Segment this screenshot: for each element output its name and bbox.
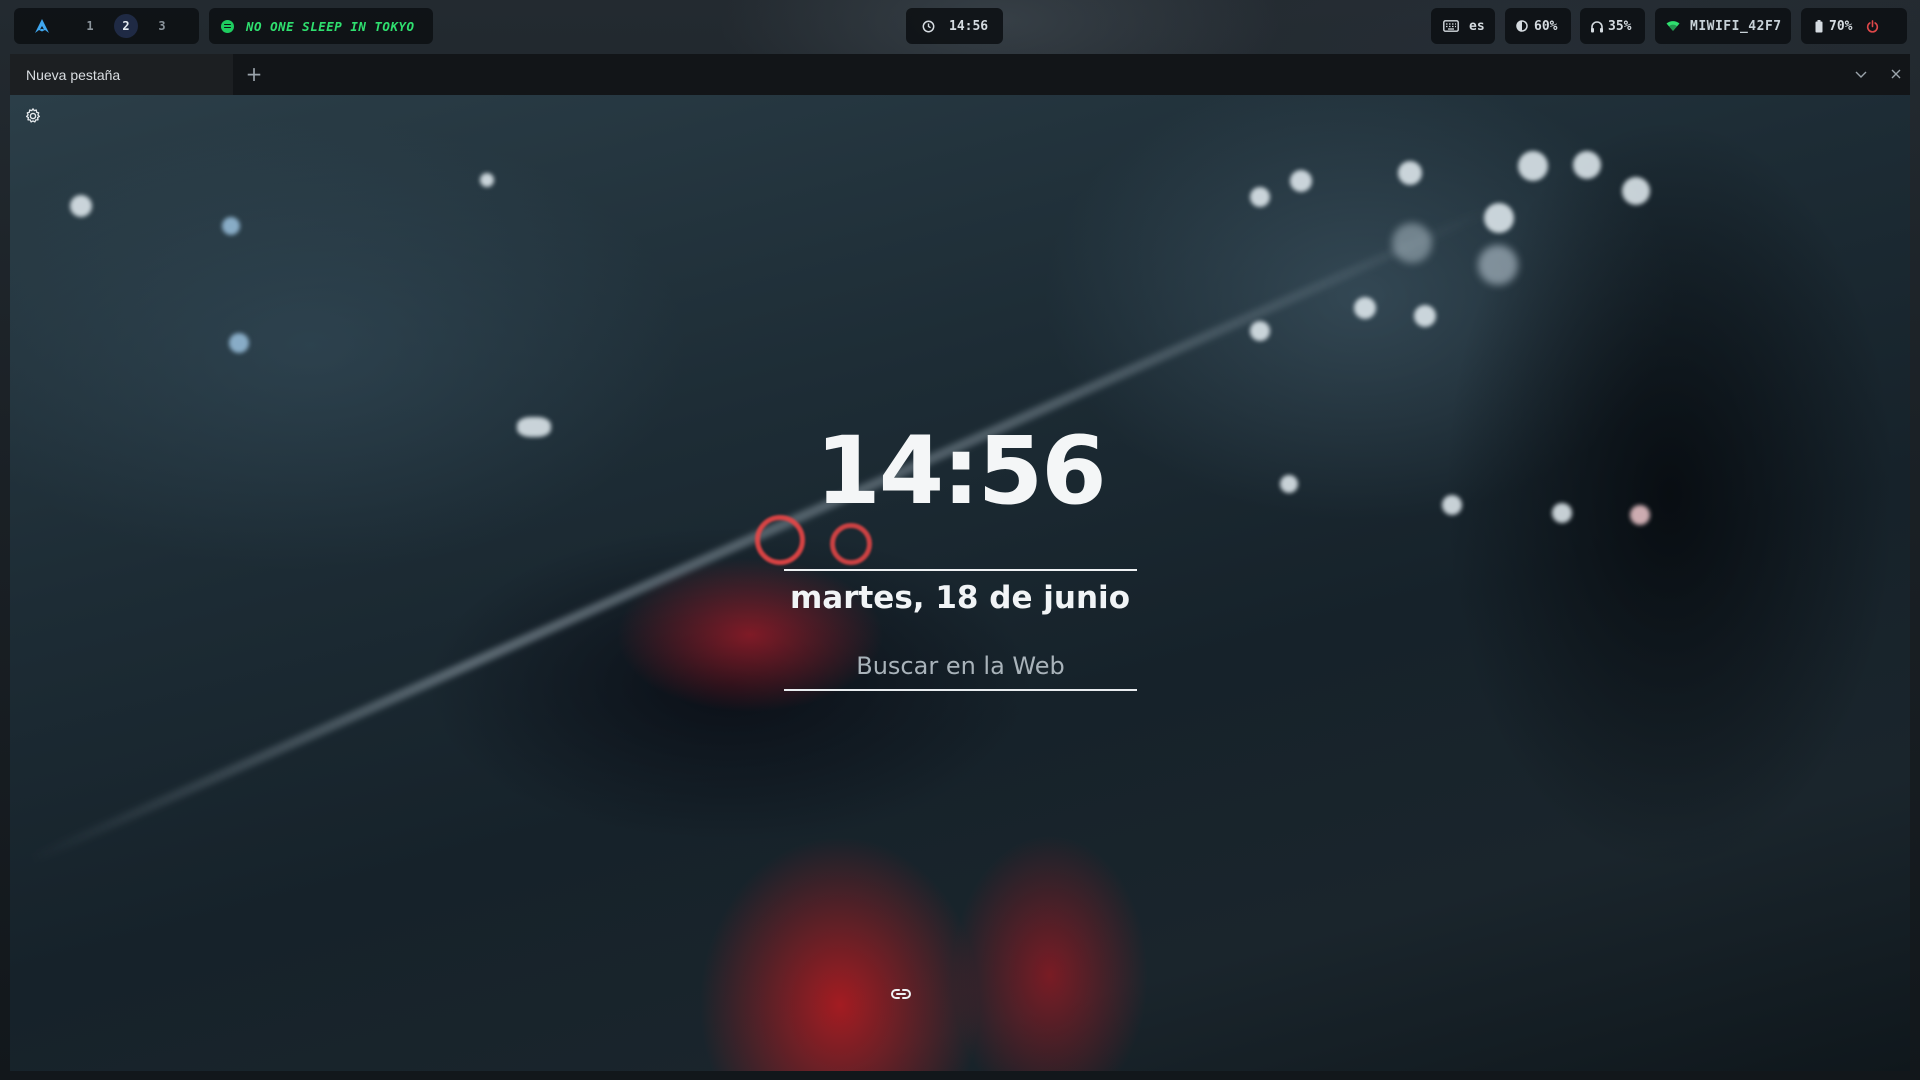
volume-text: 35% — [1608, 18, 1632, 34]
battery-widget[interactable]: 70% — [1801, 8, 1907, 44]
now-playing-widget[interactable]: NO ONE SLEEP IN TOKYO — [209, 8, 433, 44]
wallpaper-bokeh — [1552, 503, 1572, 523]
wallpaper-bokeh — [480, 173, 494, 187]
wallpaper-bokeh — [1478, 245, 1518, 285]
web-search-input[interactable] — [784, 643, 1137, 691]
wifi-icon — [1666, 20, 1680, 32]
wallpaper-bokeh — [1442, 495, 1462, 515]
wallpaper-bokeh — [222, 217, 240, 235]
new-tab-button[interactable]: + — [244, 64, 264, 84]
headphones-icon — [1590, 20, 1604, 33]
brightness-widget[interactable]: 60% — [1505, 8, 1571, 44]
keyboard-layout-widget[interactable]: es — [1431, 8, 1495, 44]
wallpaper-bokeh — [1250, 187, 1270, 207]
keyboard-layout-text: es — [1469, 18, 1485, 34]
arch-logo-icon[interactable] — [34, 18, 50, 34]
power-icon[interactable] — [1866, 19, 1879, 33]
battery-icon — [1815, 19, 1823, 33]
chevron-down-icon[interactable] — [1853, 66, 1869, 82]
wallpaper-bokeh — [1398, 161, 1422, 185]
brightness-text: 60% — [1534, 18, 1558, 34]
wallpaper-bokeh — [1518, 151, 1548, 181]
wallpaper-bokeh — [517, 417, 551, 437]
wallpaper-bokeh — [229, 333, 249, 353]
link-icon[interactable] — [889, 982, 913, 1006]
wallpaper-bokeh — [1414, 305, 1436, 327]
brightness-icon — [1516, 20, 1528, 32]
wallpaper-taillight — [830, 523, 872, 565]
clock-widget[interactable]: 14:56 — [906, 8, 1003, 44]
wallpaper-bokeh — [1622, 177, 1650, 205]
clock-text: 14:56 — [949, 18, 989, 34]
wifi-widget[interactable]: MIWIFI_42F7 — [1655, 8, 1791, 44]
workspace-2[interactable]: 2 — [114, 14, 138, 38]
clock-icon — [922, 20, 935, 33]
wallpaper-bokeh — [1392, 223, 1432, 263]
new-tab-page: 14:56 martes, 18 de junio — [10, 95, 1910, 1071]
wallpaper-bokeh — [1484, 203, 1514, 233]
new-tab-date: martes, 18 de junio — [789, 580, 1130, 616]
browser-window: Nueva pestaña + 14:56 martes, 18 de juni… — [10, 54, 1910, 1071]
new-tab-clock: 14:56 — [815, 417, 1106, 526]
wallpaper-bokeh — [1290, 170, 1312, 192]
workspace-1[interactable]: 1 — [78, 14, 102, 38]
wifi-ssid: MIWIFI_42F7 — [1690, 18, 1782, 34]
wallpaper-bokeh — [1250, 321, 1270, 341]
clock-divider — [784, 569, 1137, 571]
settings-gear-icon[interactable] — [24, 107, 42, 125]
wallpaper-bokeh — [1573, 151, 1601, 179]
wallpaper-taillight — [755, 515, 805, 565]
keyboard-icon — [1443, 20, 1459, 32]
volume-widget[interactable]: 35% — [1580, 8, 1645, 44]
tab-title: Nueva pestaña — [26, 66, 121, 83]
workspace-switcher: 1 2 3 — [14, 8, 199, 44]
spotify-icon — [221, 19, 234, 33]
now-playing-title: NO ONE SLEEP IN TOKYO — [246, 18, 415, 34]
top-bar: 1 2 3 NO ONE SLEEP IN TOKYO 14:56 es 60%… — [0, 0, 1920, 52]
tab-bar: Nueva pestaña + — [10, 54, 1910, 95]
wallpaper-bokeh — [70, 195, 92, 217]
wallpaper-bokeh — [1630, 505, 1650, 525]
wallpaper-bokeh — [1354, 297, 1376, 319]
close-icon[interactable] — [1888, 66, 1904, 82]
workspace-3[interactable]: 3 — [150, 14, 174, 38]
tab-new-tab[interactable]: Nueva pestaña — [10, 54, 233, 95]
battery-text: 70% — [1829, 18, 1853, 34]
